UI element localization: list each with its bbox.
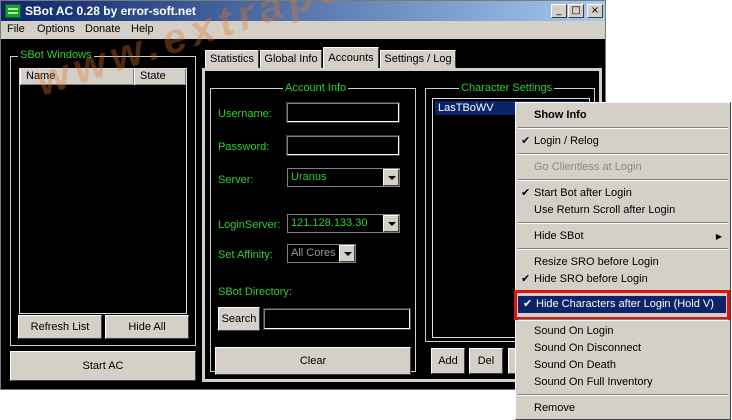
tab-settings-log[interactable]: Settings / Log (380, 50, 456, 68)
menu-item-sound-inventory[interactable]: Sound On Full Inventory (516, 374, 730, 391)
menu-separator (518, 153, 728, 155)
password-input[interactable] (286, 135, 400, 156)
checkmark-icon: ✔ (521, 273, 531, 285)
minimize-button[interactable]: _ (551, 4, 567, 18)
menu-item-start-bot[interactable]: ✔ Start Bot after Login (516, 185, 730, 202)
checkmark-icon: ✔ (521, 187, 531, 199)
character-settings-label: Character Settings (459, 82, 555, 94)
menu-separator (518, 222, 728, 224)
menu-item-sound-disconnect[interactable]: Sound On Disconnect (516, 340, 730, 357)
menu-item-label: Sound On Disconnect (534, 342, 642, 354)
menu-item-label: Login / Relog (534, 135, 599, 147)
start-ac-button[interactable]: Start AC (10, 351, 196, 381)
checkmark-icon: ✔ (523, 298, 533, 310)
app-icon (5, 4, 21, 18)
hide-all-button[interactable]: Hide All (105, 315, 189, 339)
menu-item-remove[interactable]: Remove (516, 400, 730, 417)
menu-item-go-clientless[interactable]: Go Clientless at Login (516, 159, 730, 176)
login-server-value: 121.128.133.30 (291, 217, 368, 229)
menu-separator (518, 179, 728, 181)
menu-item-sound-death[interactable]: Sound On Death (516, 357, 730, 374)
menu-item-return-scroll[interactable]: Use Return Scroll after Login (516, 202, 730, 219)
affinity-label: Set Affinity: (218, 249, 273, 261)
chevron-down-icon[interactable] (339, 245, 355, 262)
menu-item-label: Use Return Scroll after Login (534, 204, 676, 216)
tab-accounts[interactable]: Accounts (323, 47, 379, 69)
menu-item-label: Hide SRO before Login (534, 273, 648, 285)
menu-options[interactable]: Options (37, 23, 75, 35)
menu-item-label: Sound On Full Inventory (534, 376, 653, 388)
tab-global-info[interactable]: Global Info (260, 50, 322, 68)
search-button[interactable]: Search (218, 307, 260, 331)
password-label: Password: (218, 141, 270, 153)
menu-item-label: Remove (534, 402, 575, 414)
login-server-select[interactable]: 121.128.133.30 (287, 214, 400, 233)
refresh-list-button[interactable]: Refresh List (18, 315, 102, 339)
menu-bar: File Options Donate Help (1, 21, 605, 39)
menu-item-hide-characters[interactable]: ✔ Hide Characters after Login (Hold V) (518, 296, 726, 313)
menu-separator (518, 319, 728, 321)
menu-item-label: Hide SBot (534, 230, 584, 242)
submenu-arrow-icon: ▶ (715, 232, 722, 241)
login-server-label: LoginServer: (218, 219, 281, 231)
add-button[interactable]: Add (431, 348, 465, 374)
menu-item-label: Hide Characters after Login (Hold V) (536, 298, 714, 310)
sbot-directory-input[interactable] (263, 308, 411, 330)
menu-item-login-relog[interactable]: ✔ Login / Relog (516, 133, 730, 150)
menu-item-label: Sound On Death (534, 359, 616, 371)
server-value: Uranus (291, 171, 327, 183)
close-button[interactable]: × (587, 4, 603, 18)
server-select[interactable]: Uranus (287, 168, 400, 187)
tab-statistics[interactable]: Statistics (205, 50, 259, 68)
chevron-down-icon[interactable] (383, 169, 399, 186)
chevron-down-icon[interactable] (383, 215, 399, 232)
checkmark-icon: ✔ (521, 135, 531, 147)
maximize-button[interactable]: □ (568, 4, 584, 18)
context-menu: Show Info ✔ Login / Relog Go Clientless … (514, 102, 731, 420)
menu-item-hide-sbot[interactable]: Hide SBot ▶ (516, 228, 730, 245)
delete-button[interactable]: Del (469, 348, 503, 374)
menu-separator (518, 127, 728, 129)
menu-separator (518, 394, 728, 396)
menu-item-sound-login[interactable]: Sound On Login (516, 323, 730, 340)
menu-separator (518, 248, 728, 250)
menu-file[interactable]: File (7, 23, 25, 35)
username-label: Username: (218, 108, 272, 120)
username-input[interactable] (286, 102, 400, 123)
menu-item-label: Show Info (534, 109, 587, 121)
menu-item-label: Resize SRO before Login (534, 256, 659, 268)
server-label: Server: (218, 174, 254, 186)
menu-item-hide-sro[interactable]: ✔ Hide SRO before Login (516, 271, 730, 288)
affinity-select[interactable]: All Cores (287, 244, 356, 263)
menu-item-label: Go Clientless at Login (534, 161, 642, 173)
menu-item-label: Start Bot after Login (534, 187, 632, 199)
affinity-value: All Cores (291, 247, 336, 259)
menu-item-resize-sro[interactable]: Resize SRO before Login (516, 254, 730, 271)
clear-button[interactable]: Clear (215, 347, 411, 375)
menu-item-label: Sound On Login (534, 325, 614, 337)
sbot-directory-label: SBot Directory: (218, 286, 292, 298)
menu-item-show-info[interactable]: Show Info (516, 107, 730, 124)
account-info-label: Account Info (283, 82, 349, 94)
